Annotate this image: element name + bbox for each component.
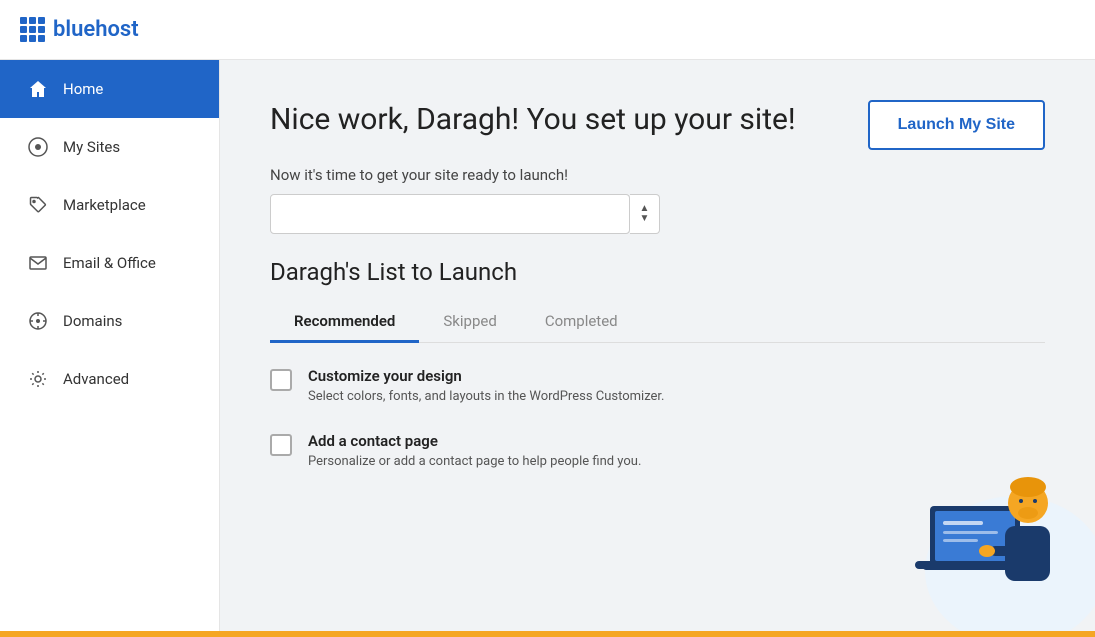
logo-grid-icon [20, 17, 45, 42]
top-bar: bluehost [0, 0, 1095, 60]
bottom-accent-bar [0, 631, 1095, 637]
logo-text: bluehost [53, 17, 139, 42]
main-content: Nice work, Daragh! You set up your site!… [220, 60, 1095, 631]
checklist-text-customize-design: Customize your design Select colors, fon… [308, 367, 664, 404]
checklist-title-add-contact-page: Add a contact page [308, 432, 641, 450]
checkbox-customize-design[interactable] [270, 369, 292, 391]
sidebar-item-home[interactable]: Home [0, 60, 219, 118]
launch-site-button[interactable]: Launch My Site [868, 100, 1045, 150]
tag-icon [27, 194, 49, 216]
tabs-bar: Recommended Skipped Completed [270, 302, 1045, 343]
checklist-title-customize-design: Customize your design [308, 367, 664, 385]
logo-area: bluehost [20, 17, 139, 42]
sidebar-label-marketplace: Marketplace [63, 196, 146, 214]
content-header: Nice work, Daragh! You set up your site!… [270, 100, 1045, 150]
sidebar-item-advanced[interactable]: Advanced [0, 350, 219, 408]
sidebar-item-domains[interactable]: Domains [0, 292, 219, 350]
sidebar-item-my-sites[interactable]: My Sites [0, 118, 219, 176]
sidebar-item-email-office[interactable]: Email & Office [0, 234, 219, 292]
checklist-subtitle-customize-design: Select colors, fonts, and layouts in the… [308, 389, 664, 404]
tab-recommended[interactable]: Recommended [270, 302, 419, 343]
sidebar-item-marketplace[interactable]: Marketplace [0, 176, 219, 234]
site-selector-row: ▲ ▼ [270, 194, 1045, 234]
spinner-down-icon[interactable]: ▼ [640, 214, 650, 224]
illustration-area [835, 431, 1095, 631]
checklist-text-add-contact-page: Add a contact page Personalize or add a … [308, 432, 641, 469]
sidebar-label-my-sites: My Sites [63, 138, 120, 156]
sidebar-label-email-office: Email & Office [63, 254, 156, 272]
checklist-item-customize-design: Customize your design Select colors, fon… [270, 367, 1045, 404]
email-icon [27, 252, 49, 274]
gear-icon [27, 368, 49, 390]
sidebar: Home My Sites Marketplace [0, 60, 220, 631]
spinner-control[interactable]: ▲ ▼ [630, 194, 660, 234]
sidebar-label-advanced: Advanced [63, 370, 129, 388]
site-dropdown[interactable] [270, 194, 630, 234]
tab-completed[interactable]: Completed [521, 302, 642, 343]
list-title: Daragh's List to Launch [270, 258, 1045, 286]
tab-skipped[interactable]: Skipped [419, 302, 520, 343]
compass-icon [27, 310, 49, 332]
main-layout: Home My Sites Marketplace [0, 60, 1095, 631]
sidebar-label-domains: Domains [63, 312, 122, 330]
home-icon [27, 78, 49, 100]
checklist-subtitle-add-contact-page: Personalize or add a contact page to hel… [308, 454, 641, 469]
wordpress-icon [27, 136, 49, 158]
checkbox-add-contact-page[interactable] [270, 434, 292, 456]
subtitle-text: Now it's time to get your site ready to … [270, 166, 1045, 184]
sidebar-label-home: Home [63, 80, 103, 98]
page-heading: Nice work, Daragh! You set up your site! [270, 100, 796, 139]
